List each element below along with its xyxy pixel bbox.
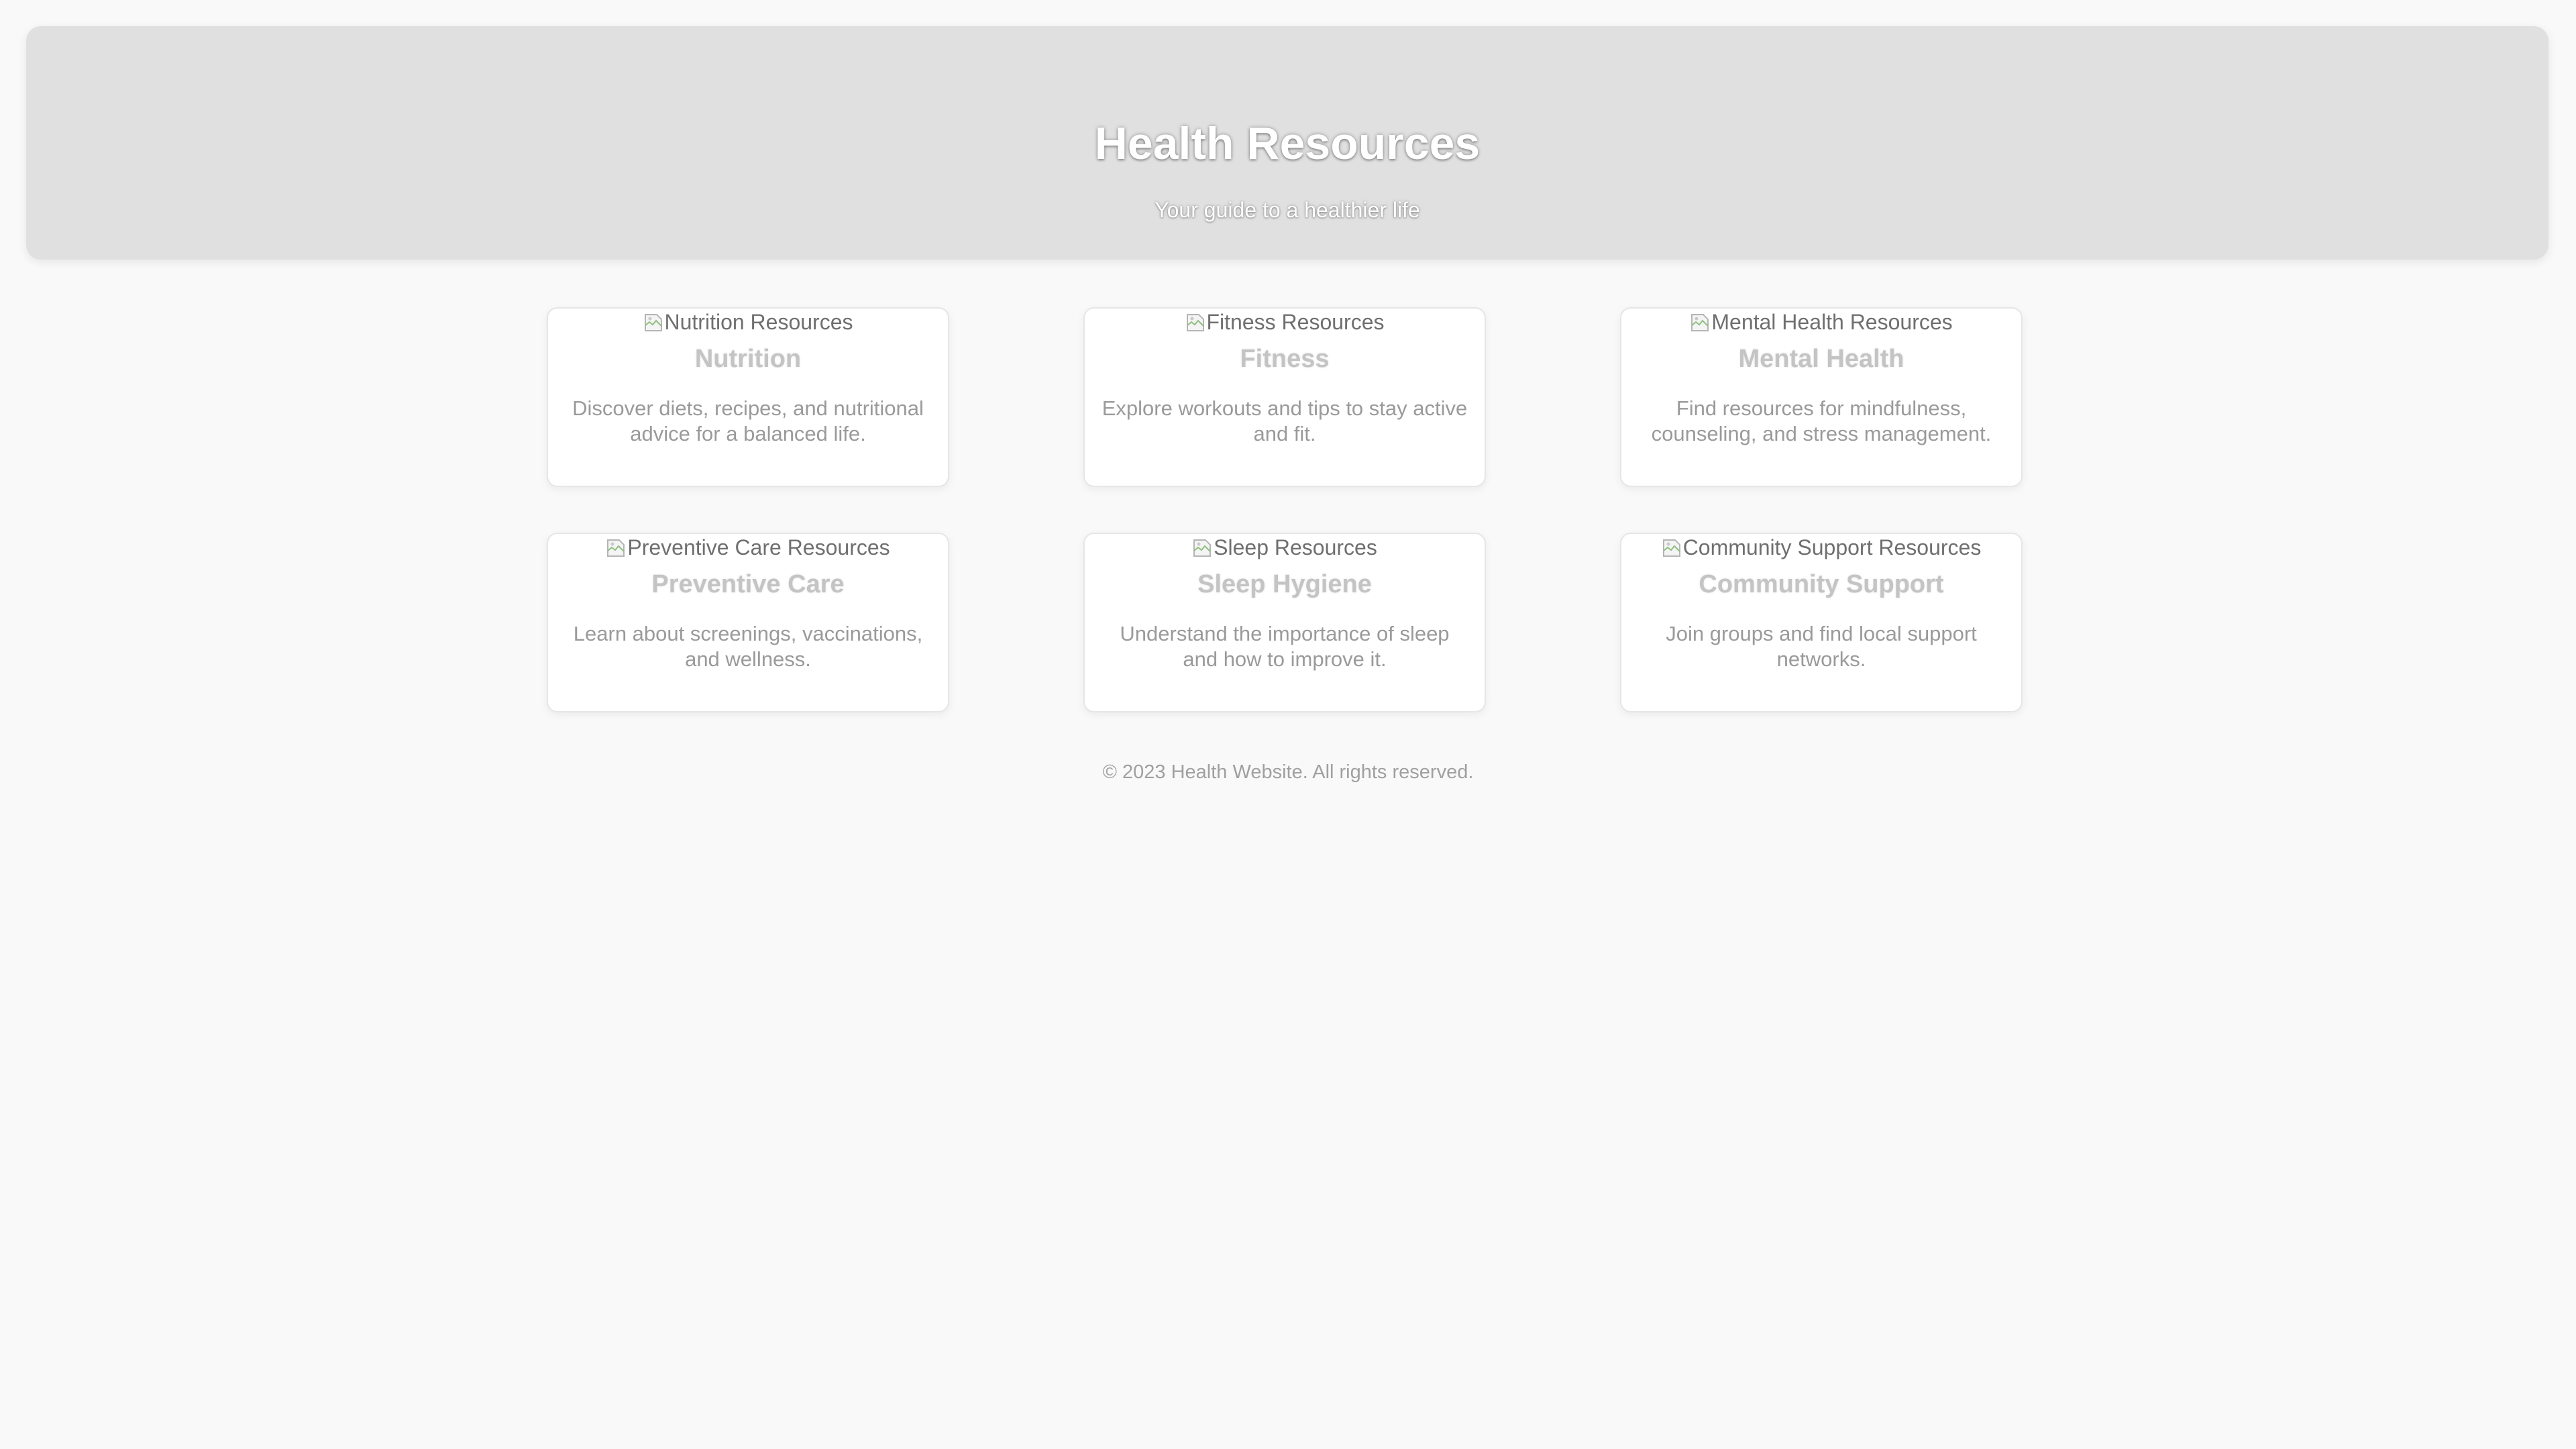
card-image-alt: Fitness Resources (1206, 310, 1385, 334)
card-image-alt: Nutrition Resources (664, 310, 853, 334)
card-description: Find resources for mindfulness, counseli… (1651, 396, 1992, 445)
card-image-alt: Community Support Resources (1682, 535, 1982, 559)
card-description: Learn about screenings, vaccinations, an… (573, 622, 923, 671)
card-title: Sleep Hygiene (1197, 570, 1372, 598)
resource-card-mental-health[interactable]: Mental Health Resources Mental Health Fi… (1620, 307, 2023, 487)
card-description: Understand the importance of sleep and h… (1120, 622, 1450, 671)
broken-image-icon (1691, 314, 1709, 331)
card-title: Nutrition (694, 345, 802, 373)
card-description: Join groups and find local support netwo… (1666, 622, 1977, 671)
copyright-text: © 2023 Health Website. All rights reserv… (1102, 761, 1474, 783)
broken-image-icon (1662, 539, 1680, 557)
card-image: Community Support Resources (1621, 534, 2021, 561)
page-title: Health Resources (1094, 118, 1481, 169)
card-image: Nutrition Resources (548, 309, 948, 335)
resource-card-community-support[interactable]: Community Support Resources Community Su… (1620, 533, 2023, 712)
resource-card-fitness[interactable]: Fitness Resources Fitness Explore workou… (1083, 307, 1486, 487)
resource-card-nutrition[interactable]: Nutrition Resources Nutrition Discover d… (547, 307, 949, 487)
resource-card-preventive-care[interactable]: Preventive Care Resources Preventive Car… (547, 533, 949, 712)
page-subtitle: Your guide to a healthier life (1155, 198, 1420, 222)
card-image-alt: Preventive Care Resources (627, 535, 890, 559)
card-image: Fitness Resources (1085, 309, 1485, 335)
card-title: Fitness (1240, 345, 1330, 373)
resource-card-sleep[interactable]: Sleep Resources Sleep Hygiene Understand… (1083, 533, 1486, 712)
page: Health Resources Your guide to a healthi… (0, 0, 2576, 1449)
broken-image-icon (1193, 539, 1212, 557)
card-description: Explore workouts and tips to stay active… (1102, 396, 1468, 445)
card-title: Community Support (1699, 570, 1944, 598)
broken-image-icon (1186, 314, 1204, 331)
card-image: Mental Health Resources (1621, 309, 2021, 335)
resource-grid: Nutrition Resources Nutrition Discover d… (547, 307, 2026, 712)
card-image: Preventive Care Resources (548, 534, 948, 561)
card-description: Discover diets, recipes, and nutritional… (572, 396, 924, 445)
card-title: Mental Health (1738, 345, 1904, 373)
broken-image-icon (644, 314, 662, 331)
page-header: Health Resources Your guide to a healthi… (26, 26, 2548, 260)
card-image-alt: Sleep Resources (1214, 535, 1377, 559)
page-footer: © 2023 Health Website. All rights reserv… (0, 761, 2576, 784)
broken-image-icon (607, 539, 625, 557)
card-image-alt: Mental Health Resources (1711, 310, 1953, 334)
card-image: Sleep Resources (1085, 534, 1485, 561)
card-title: Preventive Care (651, 570, 845, 598)
